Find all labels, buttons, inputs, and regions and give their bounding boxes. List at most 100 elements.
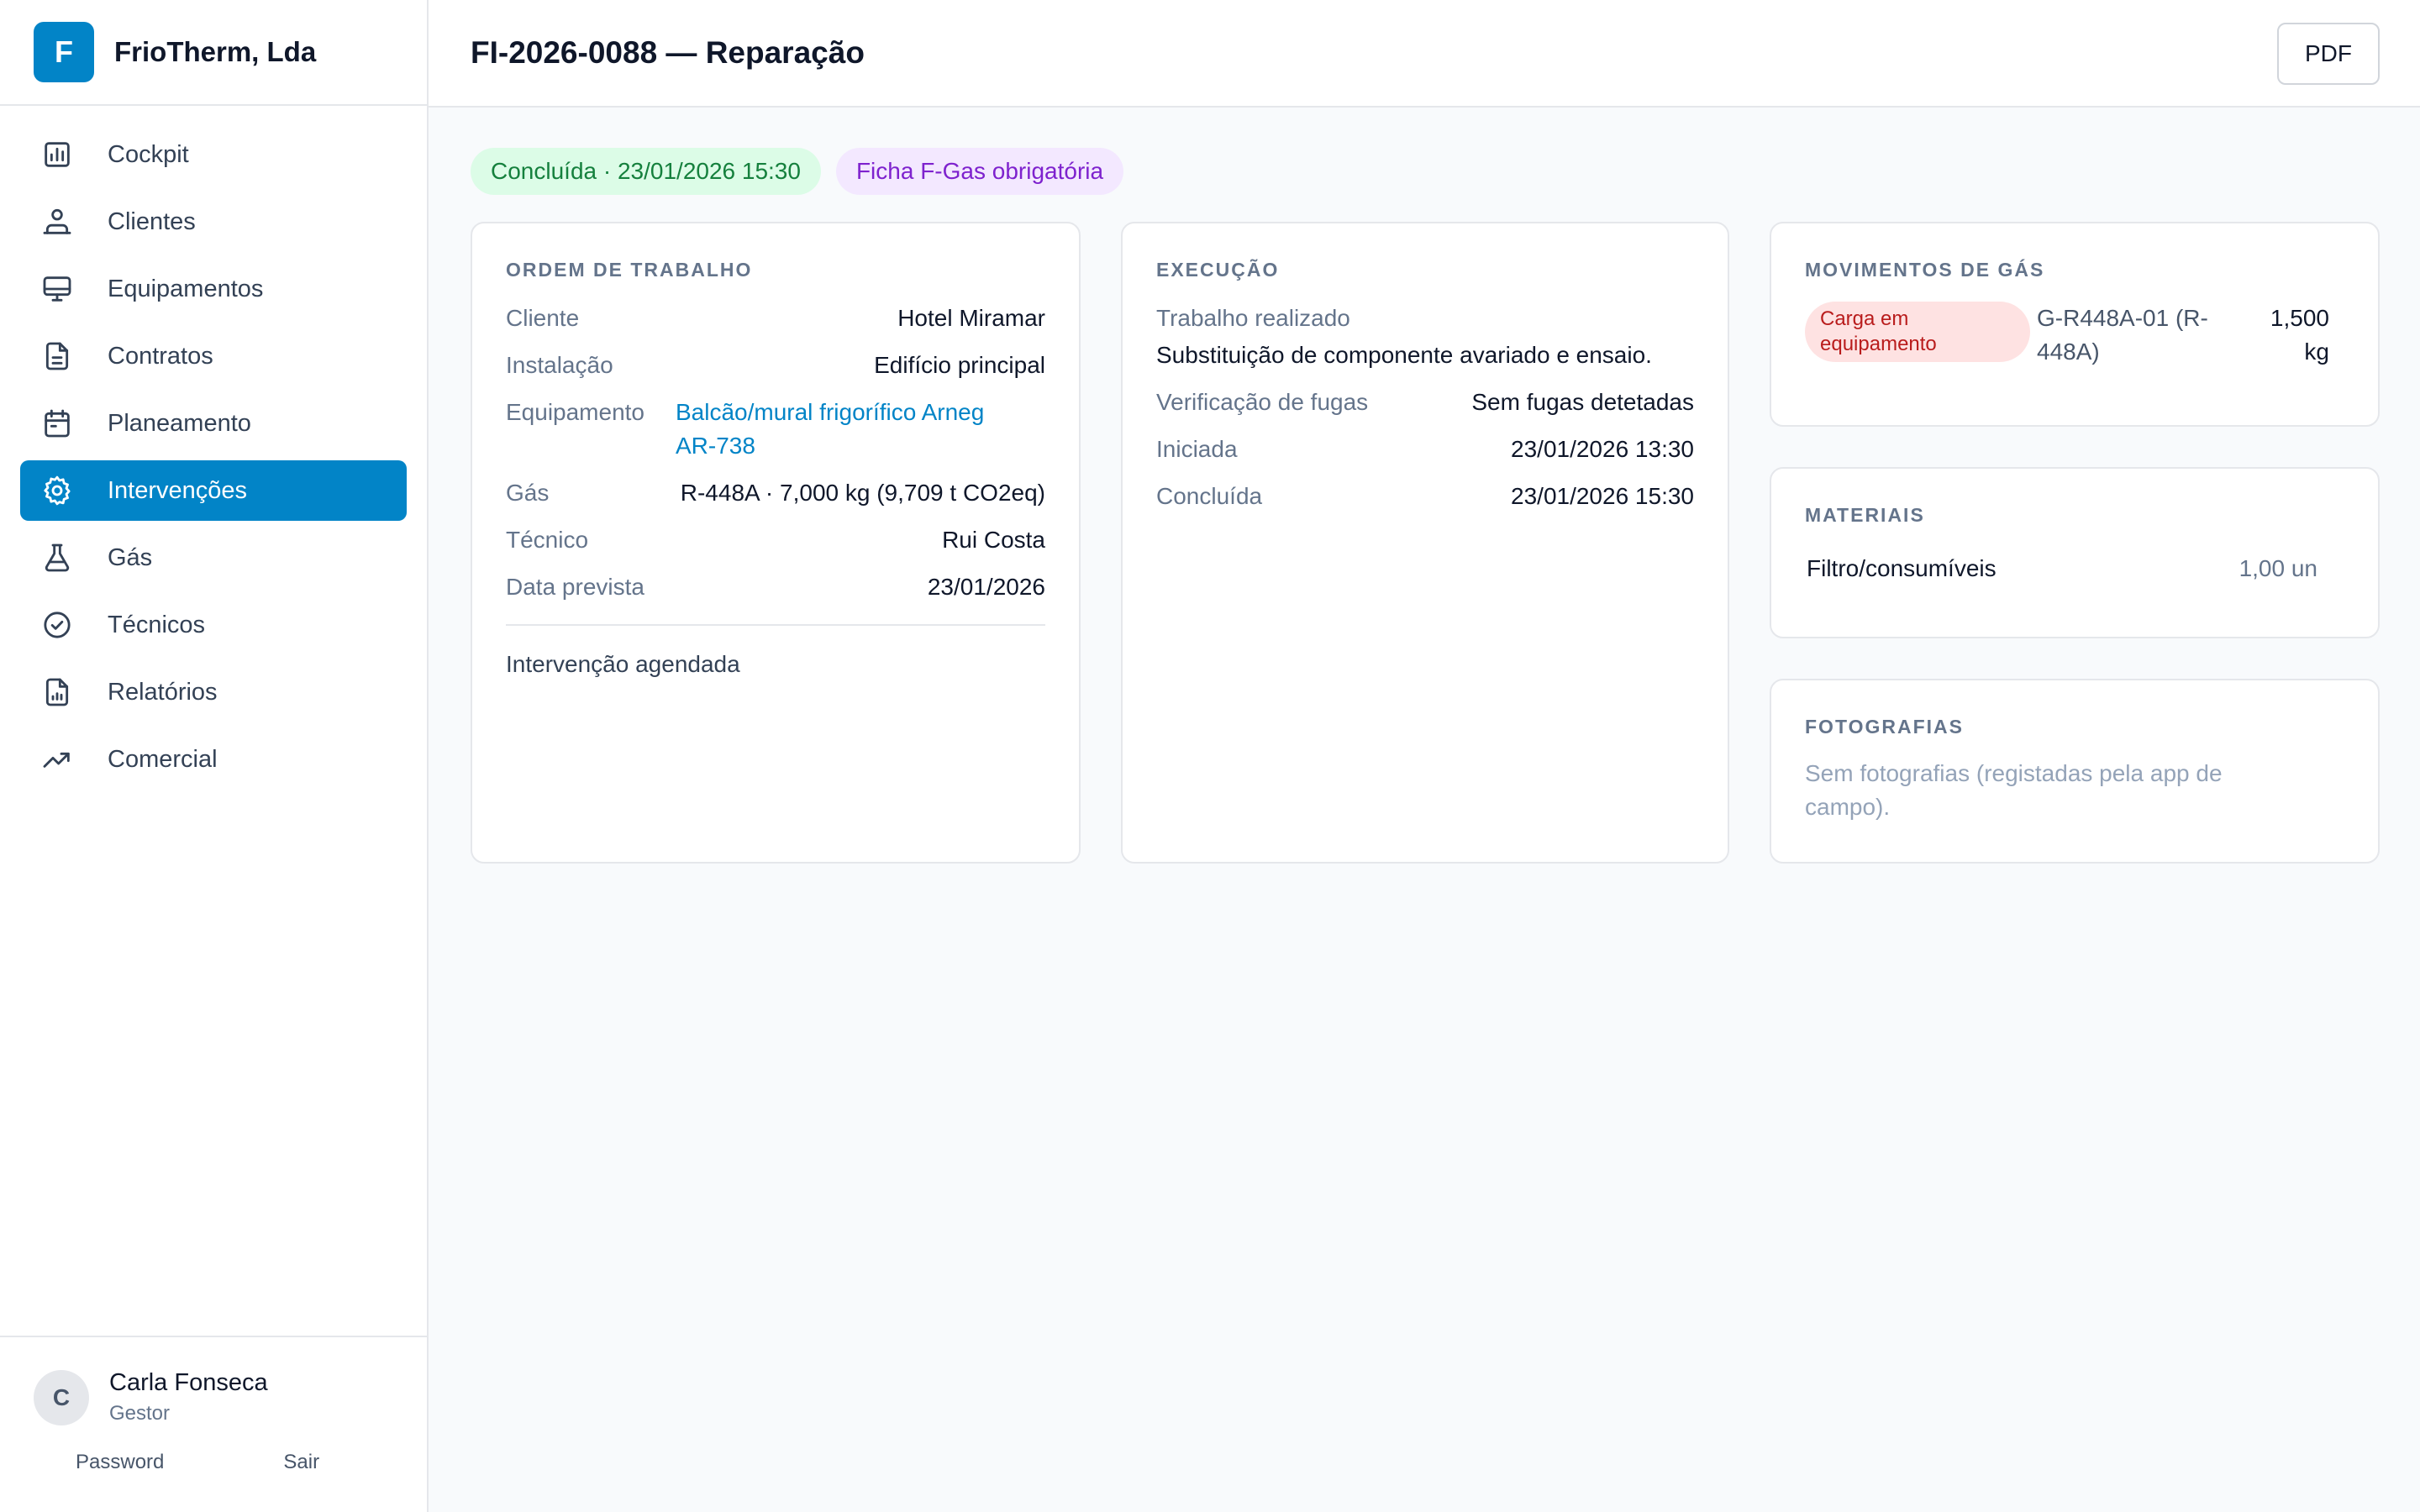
status-badge: Concluída · 23/01/2026 15:30: [471, 148, 821, 195]
gas-row: Gás R-448A · 7,000 kg (9,709 t CO2eq): [506, 476, 1045, 510]
gas-movements-card: MOVIMENTOS DE GÁS Carga em equipamento G…: [1770, 222, 2380, 427]
gas-label: Gás: [506, 480, 550, 506]
installation-value: Edifício principal: [874, 352, 1045, 378]
material-name: Filtro/consumíveis: [1807, 555, 1996, 581]
material-row: Filtro/consumíveis 1,00 un: [1805, 552, 2344, 585]
sidebar-item-gas[interactable]: Gás: [20, 528, 407, 588]
status-badges: Concluída · 23/01/2026 15:30 Ficha F-Gas…: [471, 148, 1124, 195]
card-title: FOTOGRAFIAS: [1805, 716, 1964, 738]
user-name: Carla Fonseca: [109, 1369, 268, 1396]
installation-row: Instalação Edifício principal: [506, 349, 1045, 382]
started-row: Iniciada 23/01/2026 13:30: [1156, 433, 1694, 466]
sidebar-item-contratos[interactable]: Contratos: [20, 326, 407, 386]
password-link[interactable]: Password: [76, 1451, 164, 1474]
client-link[interactable]: Hotel Miramar: [897, 302, 1045, 335]
sidebar-item-tecnicos[interactable]: Técnicos: [20, 595, 407, 655]
technician-row: Técnico Rui Costa: [506, 523, 1045, 557]
card-title: MOVIMENTOS DE GÁS: [1805, 259, 2045, 281]
trending-up-icon: [43, 752, 70, 768]
movement-type-badge: Carga em equipamento: [1805, 302, 2030, 362]
gear-icon: [44, 475, 71, 506]
work-done-label: Trabalho realizado: [1156, 305, 1350, 331]
sidebar-nav: Cockpit Clientes Equipamentos Contratos …: [0, 106, 427, 790]
sidebar-item-intervencoes[interactable]: Intervenções: [20, 460, 407, 521]
sidebar-item-label: Cockpit: [108, 140, 189, 168]
users-icon: [43, 208, 71, 234]
material-qty: 1,00 un: [2238, 555, 2317, 581]
planned-date-row: Data prevista 23/01/2026: [506, 570, 1045, 604]
equipment-row: Equipamento Balcão/mural frigorífico Arn…: [506, 396, 1045, 463]
user-role: Gestor: [109, 1402, 171, 1425]
photos-empty-line1: Sem fotografias (registadas pela app de: [1805, 760, 2223, 786]
sidebar-item-label: Clientes: [108, 207, 196, 235]
sidebar-item-label: Contratos: [108, 342, 213, 370]
equipment-link[interactable]: Balcão/mural frigorífico Arneg AR-738: [676, 396, 1045, 463]
client-label: Cliente: [506, 305, 580, 331]
quantity-line2: kg: [2304, 339, 2329, 365]
photos-card: FOTOGRAFIAS Sem fotografias (registadas …: [1770, 679, 2380, 864]
card-title: EXECUÇÃO: [1156, 259, 1280, 281]
sidebar-item-label: Técnicos: [108, 611, 206, 638]
brand: F FrioTherm, Lda: [0, 0, 427, 106]
calendar-icon: [45, 409, 70, 438]
sidebar-item-cockpit[interactable]: Cockpit: [20, 124, 407, 185]
brand-name[interactable]: FrioTherm, Lda: [114, 36, 316, 68]
monitor-icon: [43, 276, 71, 302]
fgas-badge: Ficha F-Gas obrigatória: [835, 148, 1124, 195]
card-title: MATERIAIS: [1805, 504, 1925, 526]
execution-card: EXECUÇÃO Trabalho realizado Substituição…: [1121, 222, 1729, 864]
divider: [506, 624, 1045, 626]
cylinder-value: G-R448A-01 (R- 448A): [2037, 302, 2245, 369]
work-order-note: Intervenção agendada: [506, 651, 740, 677]
sidebar-item-label: Comercial: [108, 745, 218, 773]
leak-check-value: Sem fugas detetadas: [1471, 389, 1694, 415]
quantity-line1: 1,500: [2270, 305, 2329, 331]
card-title: ORDEM DE TRABALHO: [506, 259, 753, 281]
completed-label: Concluída: [1156, 483, 1263, 509]
installation-label: Instalação: [506, 352, 613, 378]
completed-value: 23/01/2026 15:30: [1511, 483, 1694, 509]
cylinder-line1: G-R448A-01 (R-: [2037, 305, 2208, 331]
avatar: C: [34, 1369, 89, 1425]
work-done-value: Substituição de componente avariado e en…: [1156, 342, 1652, 368]
sidebar-item-comercial[interactable]: Comercial: [20, 729, 407, 790]
sidebar-item-label: Planeamento: [108, 409, 251, 437]
flask-icon: [45, 543, 70, 572]
page-title: FI-2026-0088 — Reparação: [471, 35, 865, 70]
sidebar-item-planeamento[interactable]: Planeamento: [20, 393, 407, 454]
sidebar-item-relatorios[interactable]: Relatórios: [20, 662, 407, 722]
photos-empty-line2: campo).: [1805, 794, 1891, 820]
sidebar-item-label: Intervenções: [108, 476, 248, 504]
sidebar-item-label: Gás: [108, 543, 153, 571]
planned-date-label: Data prevista: [506, 574, 644, 600]
leak-check-label: Verificação de fugas: [1156, 389, 1369, 415]
sidebar-item-equipamentos[interactable]: Equipamentos: [20, 259, 407, 319]
user-panel: C Carla Fonseca Gestor Password Sair: [0, 1336, 427, 1512]
sidebar-item-clientes[interactable]: Clientes: [20, 192, 407, 252]
started-value: 23/01/2026 13:30: [1511, 436, 1694, 462]
started-label: Iniciada: [1156, 436, 1238, 462]
sidebar-item-label: Equipamentos: [108, 275, 264, 302]
client-row: Cliente Hotel Miramar: [506, 302, 1045, 335]
technician-label: Técnico: [506, 527, 589, 553]
materials-card: MATERIAIS Filtro/consumíveis 1,00 un: [1770, 467, 2380, 638]
pdf-button[interactable]: PDF: [2277, 23, 2380, 85]
gas-value: R-448A · 7,000 kg (9,709 t CO2eq): [680, 480, 1045, 506]
page-header: FI-2026-0088 — Reparação PDF: [429, 0, 2420, 108]
brand-logo: F: [34, 22, 94, 82]
document-icon: [45, 342, 69, 370]
equipment-line2: AR-738: [676, 433, 755, 459]
sidebar-item-label: Relatórios: [108, 678, 218, 706]
completed-row: Concluída 23/01/2026 15:30: [1156, 480, 1694, 513]
chart-bar-icon: [45, 142, 70, 167]
planned-date-value: 23/01/2026: [927, 574, 1045, 600]
logout-link[interactable]: Sair: [283, 1451, 319, 1474]
report-icon: [45, 678, 69, 706]
technician-value: Rui Costa: [942, 527, 1045, 553]
movement-type-line2: equipamento: [1820, 333, 1937, 355]
equipment-label: Equipamento: [506, 399, 645, 425]
movement-type-line1: Carga em: [1820, 307, 1909, 330]
check-circle-icon: [44, 612, 71, 638]
leak-check-row: Verificação de fugas Sem fugas detetadas: [1156, 386, 1694, 419]
photos-empty-text: Sem fotografias (registadas pela app de …: [1805, 757, 2344, 824]
